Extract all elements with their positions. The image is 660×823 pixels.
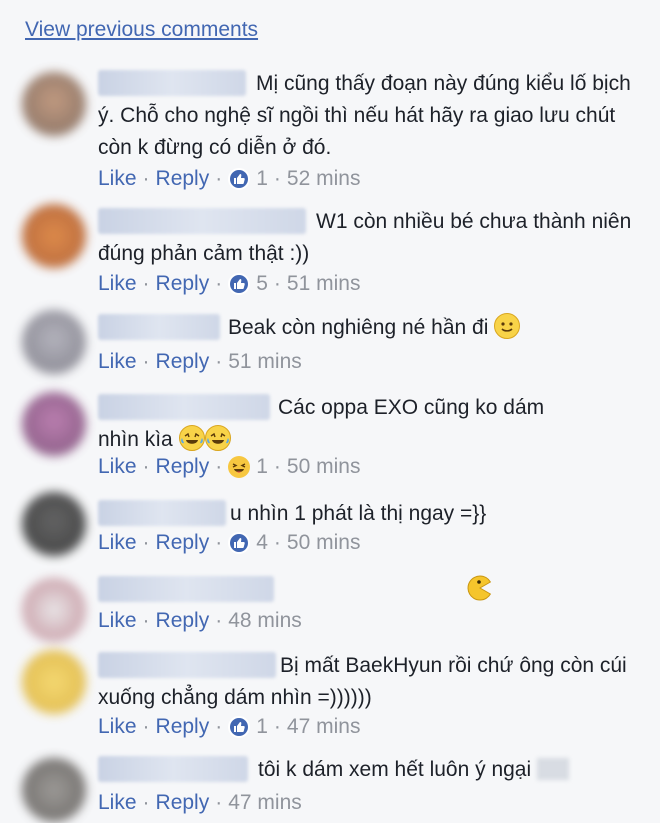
- comment-text-content: Beak còn nghiêng né hần đi: [228, 316, 489, 339]
- comment-actions: Like · Reply · 5 · 51 mins: [98, 271, 361, 297]
- reply-button[interactable]: Reply: [156, 790, 210, 816]
- comment-actions: Like · Reply · 1 · 47 mins: [98, 714, 361, 740]
- like-button[interactable]: Like: [98, 166, 137, 192]
- timestamp[interactable]: 51 mins: [228, 349, 302, 375]
- avatar[interactable]: [22, 204, 86, 268]
- avatar[interactable]: [22, 758, 86, 822]
- comment-actions: Like · Reply · 51 mins: [98, 349, 302, 375]
- timestamp[interactable]: 47 mins: [228, 790, 302, 816]
- reaction-count[interactable]: 5: [256, 271, 268, 297]
- like-reaction-icon[interactable]: [228, 168, 251, 190]
- comment-text: Beak còn nghiêng né hần đi: [98, 312, 640, 344]
- comment-text-content: Các oppa EXO cũng ko dám nhìn kìa: [98, 396, 545, 451]
- like-button[interactable]: Like: [98, 454, 137, 480]
- avatar[interactable]: [22, 72, 86, 136]
- timestamp[interactable]: 50 mins: [287, 454, 361, 480]
- timestamp[interactable]: 51 mins: [287, 271, 361, 297]
- like-reaction-icon[interactable]: [228, 532, 251, 554]
- comment-actions: Like · Reply · 48 mins: [98, 608, 302, 634]
- comment-text: Các oppa EXO cũng ko dám nhìn kìa: [98, 392, 590, 456]
- like-button[interactable]: Like: [98, 714, 137, 740]
- reply-button[interactable]: Reply: [156, 454, 210, 480]
- reaction-count[interactable]: 4: [256, 530, 268, 556]
- avatar[interactable]: [22, 392, 86, 456]
- censored-text: [537, 758, 569, 780]
- pacman-icon: [282, 574, 492, 602]
- reply-button[interactable]: Reply: [156, 530, 210, 556]
- reaction-count[interactable]: 1: [256, 454, 268, 480]
- like-button[interactable]: Like: [98, 530, 137, 556]
- like-reaction-icon[interactable]: [228, 273, 251, 295]
- like-button[interactable]: Like: [98, 271, 137, 297]
- joy-tears-icon: [178, 425, 205, 451]
- reply-button[interactable]: Reply: [156, 714, 210, 740]
- comment-text: [98, 574, 640, 606]
- comment-text-content: tôi k dám xem hết luôn ý ngại: [258, 758, 532, 781]
- reply-button[interactable]: Reply: [156, 349, 210, 375]
- avatar[interactable]: [22, 650, 86, 714]
- view-previous-comments-link[interactable]: View previous comments: [25, 18, 258, 42]
- reaction-count[interactable]: 1: [256, 714, 268, 740]
- reply-button[interactable]: Reply: [156, 271, 210, 297]
- comment-text: W1 còn nhiều bé chưa thành niên đúng phả…: [98, 210, 632, 265]
- like-button[interactable]: Like: [98, 790, 137, 816]
- like-button[interactable]: Like: [98, 608, 137, 634]
- reply-button[interactable]: Reply: [156, 166, 210, 192]
- timestamp[interactable]: 50 mins: [287, 530, 361, 556]
- joy-tears-icon: [204, 425, 231, 451]
- timestamp[interactable]: 48 mins: [228, 608, 302, 634]
- timestamp[interactable]: 47 mins: [287, 714, 361, 740]
- comment-text: tôi k dám xem hết luôn ý ngại: [98, 754, 640, 786]
- slight-smile-icon: [494, 313, 521, 339]
- comment-actions: Like · Reply · 4 · 50 mins: [98, 530, 361, 556]
- avatar[interactable]: [22, 492, 86, 556]
- timestamp[interactable]: 52 mins: [287, 166, 361, 192]
- like-button[interactable]: Like: [98, 349, 137, 375]
- comment-actions: Like · Reply · 1 · 52 mins: [98, 166, 361, 192]
- comment-text: Bị mất BaekHyun rồi chứ ông còn cúi xuốn…: [98, 654, 627, 709]
- avatar[interactable]: [22, 310, 86, 374]
- comment-actions: Like · Reply · 1 · 50 mins: [98, 454, 361, 480]
- comment-text: Mị cũng thấy đoạn này đúng kiểu lố bịch …: [98, 72, 631, 159]
- reaction-count[interactable]: 1: [256, 166, 268, 192]
- comment-text: u nhìn 1 phát là thị ngay =}}: [230, 502, 487, 525]
- haha-reaction-icon[interactable]: [228, 456, 251, 478]
- comment-actions: Like · Reply · 47 mins: [98, 790, 302, 816]
- reply-button[interactable]: Reply: [156, 608, 210, 634]
- avatar[interactable]: [22, 578, 86, 642]
- like-reaction-icon[interactable]: [228, 716, 251, 738]
